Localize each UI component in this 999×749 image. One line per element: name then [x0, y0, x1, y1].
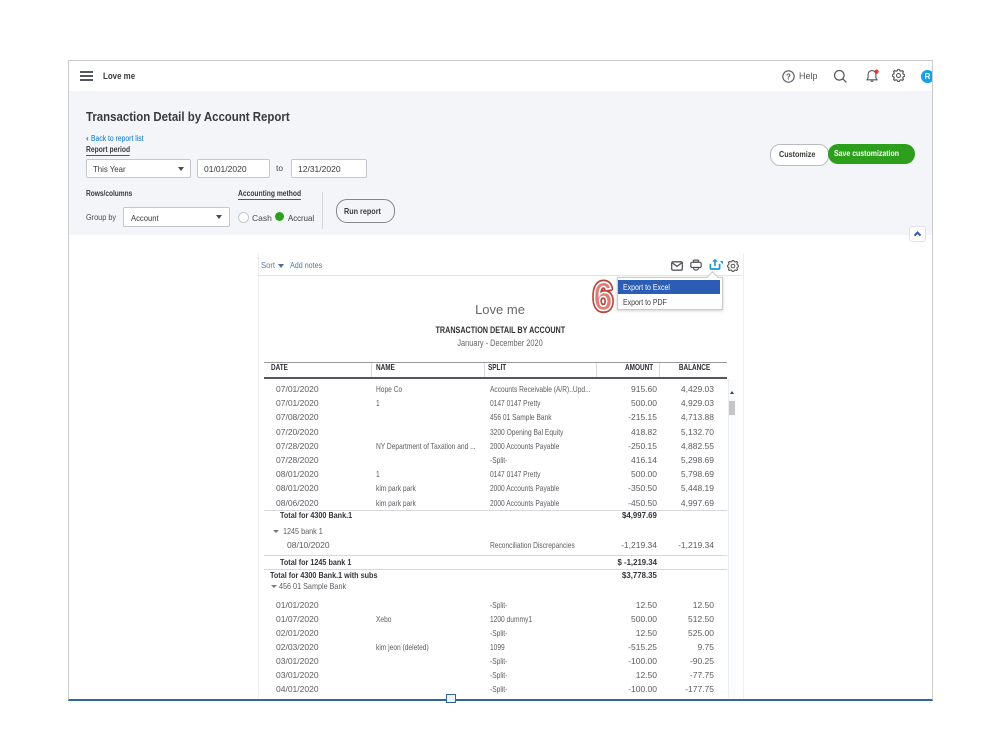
svg-text:?: ? — [786, 72, 791, 81]
